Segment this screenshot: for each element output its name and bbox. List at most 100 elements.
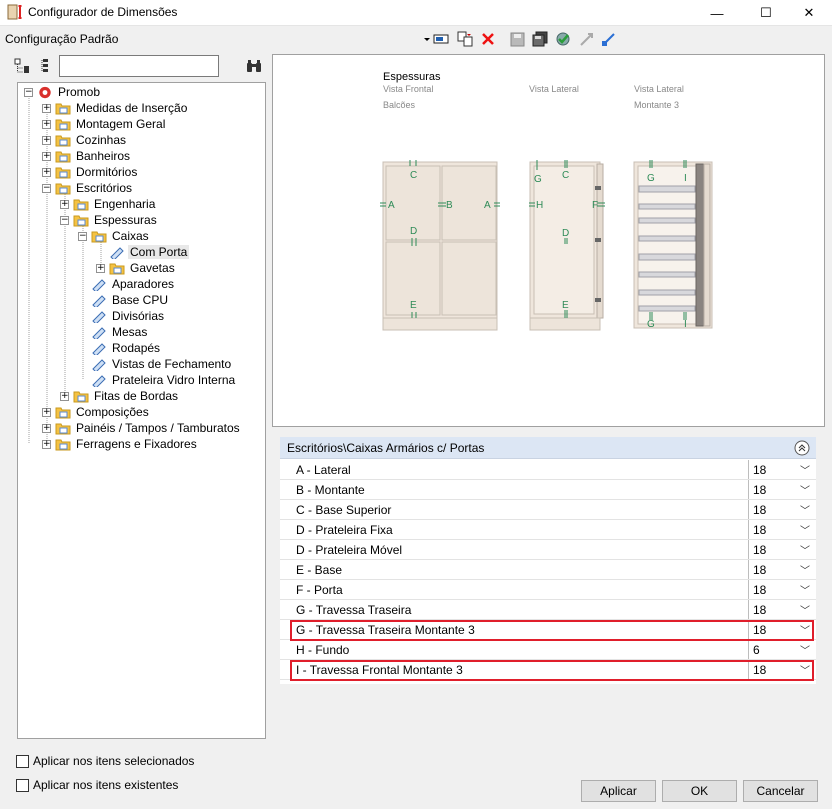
property-row[interactable]: F - Porta 18 ﹀	[280, 580, 816, 600]
window-title: Configurador de Dimensões	[28, 5, 178, 19]
expand-icon[interactable]: +	[42, 407, 51, 417]
collapse-icon[interactable]: −	[60, 215, 69, 225]
tree-item-ferragens-e-fixadores[interactable]: + Ferragens e Fixadores	[42, 436, 199, 452]
property-row[interactable]: D - Prateleira Fixa 18 ﹀	[280, 520, 816, 540]
expand-icon[interactable]: +	[42, 135, 51, 145]
close-window-button[interactable]: ✕	[786, 0, 832, 26]
property-row[interactable]: A - Lateral 18 ﹀	[280, 460, 816, 480]
collapse-all-icon[interactable]	[14, 58, 32, 76]
label-a-right: A	[484, 200, 491, 211]
chevron-down-icon[interactable]: ﹀	[800, 602, 810, 617]
property-row[interactable]: E - Base 18 ﹀	[280, 560, 816, 580]
import-icon[interactable]	[578, 30, 596, 48]
expand-icon[interactable]: +	[60, 199, 69, 209]
expand-icon[interactable]: +	[42, 439, 51, 449]
tree-item-promob[interactable]: − Promob	[24, 84, 102, 100]
tree-item-montagem-geral[interactable]: + Montagem Geral	[42, 116, 167, 132]
collapse-icon[interactable]: −	[42, 183, 51, 193]
save-as-icon[interactable]	[531, 30, 549, 48]
collapse-icon[interactable]: −	[78, 231, 87, 241]
chevron-down-icon[interactable]: ﹀	[800, 642, 810, 657]
apply-existing-checkbox[interactable]	[16, 778, 29, 792]
property-value-dropdown[interactable]: 18 ﹀	[748, 480, 814, 499]
property-value: 18	[753, 523, 767, 537]
tree-item-caixas[interactable]: − Caixas	[78, 228, 151, 244]
chevron-down-icon[interactable]: ﹀	[800, 542, 810, 557]
property-value-dropdown[interactable]: 6 ﹀	[748, 640, 814, 659]
tree-item-fitas-de-bordas[interactable]: + Fitas de Bordas	[60, 388, 180, 404]
collapse-section-icon[interactable]	[794, 440, 810, 456]
select-icon[interactable]	[432, 30, 450, 48]
property-value-dropdown[interactable]: 18 ﹀	[748, 540, 814, 559]
tree-item-cozinhas[interactable]: + Cozinhas	[42, 132, 128, 148]
ok-button[interactable]: OK	[662, 780, 737, 802]
apply-button[interactable]: Aplicar	[581, 780, 656, 802]
front-view-diagram: C A B A D E	[380, 160, 500, 331]
expand-all-icon[interactable]	[38, 58, 56, 76]
search-input[interactable]	[59, 55, 219, 77]
tree-item-medidas-de-insercao[interactable]: + Medidas de Inserção	[42, 100, 189, 116]
label-d-side: D	[562, 228, 569, 239]
tree-item-base-cpu[interactable]: Base CPU	[78, 292, 170, 308]
export-icon[interactable]	[600, 30, 618, 48]
tree-item-gavetas[interactable]: + Gavetas	[96, 260, 177, 276]
tree-item-engenharia[interactable]: + Engenharia	[60, 196, 157, 212]
expand-icon[interactable]: +	[60, 391, 69, 401]
property-row[interactable]: G - Travessa Traseira 18 ﹀	[280, 600, 816, 620]
check-settings-icon[interactable]	[554, 30, 572, 48]
expand-icon[interactable]: +	[42, 151, 51, 161]
apply-existing-option[interactable]: Aplicar nos itens existentes	[16, 778, 178, 792]
property-value-dropdown[interactable]: 18 ﹀	[748, 600, 814, 619]
tree-item-dormitorios[interactable]: + Dormitórios	[42, 164, 139, 180]
tree-item-rodapes[interactable]: Rodapés	[78, 340, 162, 356]
chevron-down-icon[interactable]: ﹀	[800, 502, 810, 517]
tree-item-escritorios[interactable]: − Escritórios	[42, 180, 134, 196]
tree-item-label: Espessuras	[94, 213, 157, 227]
cancel-button[interactable]: Cancelar	[743, 780, 818, 802]
property-value-dropdown[interactable]: 18 ﹀	[748, 560, 814, 579]
expand-icon[interactable]: +	[42, 119, 51, 129]
tree-item-banheiros[interactable]: + Banheiros	[42, 148, 132, 164]
copy-icon[interactable]	[456, 30, 474, 48]
property-row[interactable]: C - Base Superior 18 ﹀	[280, 500, 816, 520]
minimize-button[interactable]: —	[694, 0, 740, 26]
property-value-dropdown[interactable]: 18 ﹀	[748, 580, 814, 599]
tree-item-mesas[interactable]: Mesas	[78, 324, 149, 340]
property-row[interactable]: B - Montante 18 ﹀	[280, 480, 816, 500]
property-value-dropdown[interactable]: 18 ﹀	[748, 460, 814, 479]
chevron-down-icon[interactable]: ﹀	[800, 582, 810, 597]
expand-icon[interactable]: +	[42, 423, 51, 433]
property-value-dropdown[interactable]: 18 ﹀	[748, 500, 814, 519]
property-row[interactable]: D - Prateleira Móvel 18 ﹀	[280, 540, 816, 560]
property-value-dropdown[interactable]: 18 ﹀	[748, 520, 814, 539]
tree-item-divisorias[interactable]: Divisórias	[78, 308, 166, 324]
apply-selected-checkbox[interactable]	[16, 754, 29, 768]
expand-icon[interactable]: +	[42, 167, 51, 177]
tree-item-paineis-tampos-tamburatos[interactable]: + Painéis / Tampos / Tamburatos	[42, 420, 242, 436]
tree-item-vistas-de-fechamento[interactable]: Vistas de Fechamento	[78, 356, 233, 372]
apply-selected-option[interactable]: Aplicar nos itens selecionados	[16, 754, 194, 768]
chevron-down-icon[interactable]: ﹀	[800, 482, 810, 497]
chevron-down-icon[interactable]: ﹀	[800, 462, 810, 477]
delete-icon[interactable]	[479, 30, 497, 48]
expand-icon[interactable]: +	[42, 103, 51, 113]
maximize-button[interactable]: ☐	[743, 0, 789, 26]
property-name: H - Fundo	[296, 643, 350, 657]
tree-item-prateleira-vidro-interna[interactable]: Prateleira Vidro Interna	[78, 372, 237, 388]
label-g-montante: G	[647, 173, 655, 184]
chevron-down-icon[interactable]: ﹀	[800, 562, 810, 577]
collapse-icon[interactable]: −	[24, 87, 33, 97]
tree-item-com-porta[interactable]: Com Porta	[96, 244, 190, 260]
expand-icon[interactable]: +	[96, 263, 105, 273]
chevron-down-icon[interactable]: ﹀	[800, 522, 810, 537]
tree-item-label: Prateleira Vidro Interna	[112, 373, 236, 387]
front-view-label: Vista Frontal	[383, 84, 434, 94]
tree-item-aparadores[interactable]: Aparadores	[78, 276, 176, 292]
open-folder-icon	[73, 215, 89, 226]
tree-item-composicoes[interactable]: + Composições	[42, 404, 151, 420]
property-row[interactable]: H - Fundo 6 ﹀	[280, 640, 816, 660]
binoculars-search-icon[interactable]	[246, 58, 264, 76]
property-value: 18	[753, 583, 767, 597]
save-icon[interactable]	[508, 30, 526, 48]
tree-item-espessuras[interactable]: − Espessuras	[60, 212, 159, 228]
